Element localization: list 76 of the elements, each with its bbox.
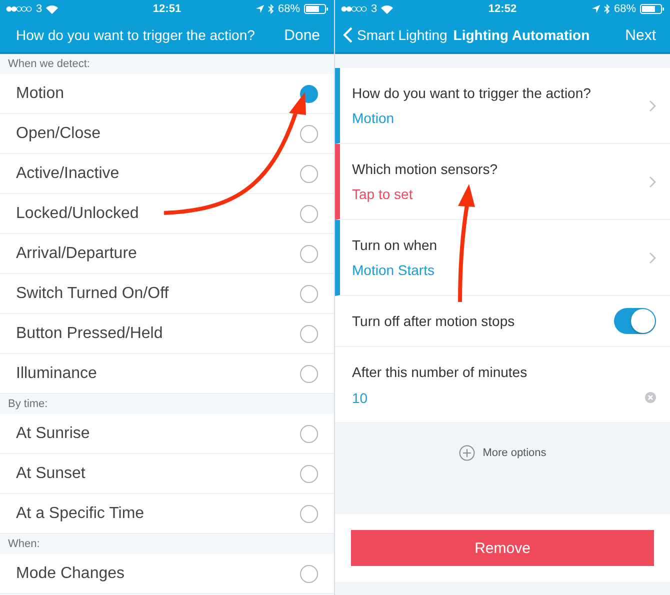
option-row[interactable]: Open/Close — [0, 114, 334, 154]
chevron-right-icon — [649, 252, 656, 264]
clock-time: 12:52 — [488, 3, 517, 15]
clear-icon[interactable] — [645, 392, 656, 403]
chevron-right-icon — [649, 100, 656, 112]
option-row[interactable]: Illuminance — [0, 354, 334, 394]
section-header: When we detect: — [7, 57, 91, 72]
option-label: Illuminance — [16, 364, 97, 382]
setting-row[interactable]: Turn on when Motion Starts — [335, 220, 670, 296]
radio-button[interactable] — [300, 364, 318, 382]
option-label: Open/Close — [16, 124, 100, 142]
option-row[interactable]: At Sunrise — [0, 414, 334, 454]
radio-button[interactable] — [300, 284, 318, 302]
option-row[interactable]: Switch Turned On/Off — [0, 274, 334, 314]
section-header: When: — [7, 537, 41, 552]
option-label: Active/Inactive — [16, 164, 120, 182]
setting-value: Motion — [352, 110, 396, 126]
setting-value: Tap to set — [352, 186, 414, 202]
setting-label: Which motion sensors? — [352, 161, 498, 177]
option-row[interactable]: Mode Changes — [0, 554, 334, 594]
battery-icon — [304, 4, 328, 14]
radio-button[interactable] — [300, 124, 318, 142]
setting-row[interactable]: How do you want to trigger the action? Motion — [335, 68, 670, 144]
option-label: Locked/Unlocked — [16, 204, 139, 222]
radio-button[interactable] — [300, 164, 318, 182]
option-row[interactable]: Motion — [0, 74, 334, 114]
section-header: By time: — [7, 397, 49, 412]
more-options-button[interactable]: More options — [454, 441, 550, 465]
carrier-label: 3 — [36, 3, 42, 15]
location-icon — [256, 5, 264, 13]
option-row[interactable]: Active/Inactive — [0, 154, 334, 194]
option-row[interactable]: Arrival/Departure — [0, 234, 334, 274]
signal-icon — [6, 6, 32, 12]
option-row[interactable]: At a Specific Time — [0, 494, 334, 534]
nav-title: Lighting Automation — [453, 27, 591, 43]
toggle-switch[interactable] — [614, 308, 656, 334]
nav-title: How do you want to trigger the action? — [16, 27, 256, 43]
option-row[interactable]: Locked/Unlocked — [0, 194, 334, 234]
radio-button[interactable] — [300, 504, 318, 522]
radio-button[interactable] — [300, 424, 318, 442]
option-label: Button Pressed/Held — [16, 324, 163, 342]
option-label: Motion — [16, 84, 64, 102]
location-icon — [592, 5, 600, 13]
radio-button[interactable] — [300, 204, 318, 222]
setting-label: How do you want to trigger the action? — [352, 85, 591, 101]
chevron-left-icon — [343, 27, 353, 43]
option-row[interactable]: At Sunset — [0, 454, 334, 494]
option-label: Arrival/Departure — [16, 244, 137, 262]
wifi-icon — [46, 4, 58, 14]
setting-label: Turn off after motion stops — [352, 313, 515, 329]
option-label: At Sunrise — [16, 424, 90, 442]
battery-percent: 68% — [614, 3, 636, 15]
radio-button[interactable] — [300, 244, 318, 262]
option-label: At Sunset — [16, 464, 86, 482]
option-label: Switch Turned On/Off — [16, 284, 169, 302]
bluetooth-icon — [604, 4, 610, 14]
battery-icon — [640, 4, 664, 14]
setting-row[interactable]: Which motion sensors? Tap to set — [335, 144, 670, 220]
chevron-right-icon — [649, 176, 656, 188]
setting-label: Turn on when — [352, 237, 438, 253]
option-label: Mode Changes — [16, 564, 125, 582]
option-label: At a Specific Time — [16, 504, 144, 522]
radio-button[interactable] — [300, 464, 318, 482]
battery-percent: 68% — [278, 3, 300, 15]
remove-button[interactable]: Remove — [351, 530, 654, 566]
signal-icon — [341, 6, 367, 12]
carrier-label: 3 — [371, 3, 378, 15]
setting-value: Motion Starts — [352, 262, 436, 278]
clock-time: 12:51 — [152, 3, 182, 15]
wifi-icon — [381, 4, 394, 14]
field-label: After this number of minutes — [352, 364, 528, 380]
option-row[interactable]: Button Pressed/Held — [0, 314, 334, 354]
radio-button[interactable] — [300, 564, 318, 582]
plus-circle-icon — [458, 445, 475, 461]
bluetooth-icon — [268, 4, 274, 14]
radio-button[interactable] — [300, 324, 318, 342]
